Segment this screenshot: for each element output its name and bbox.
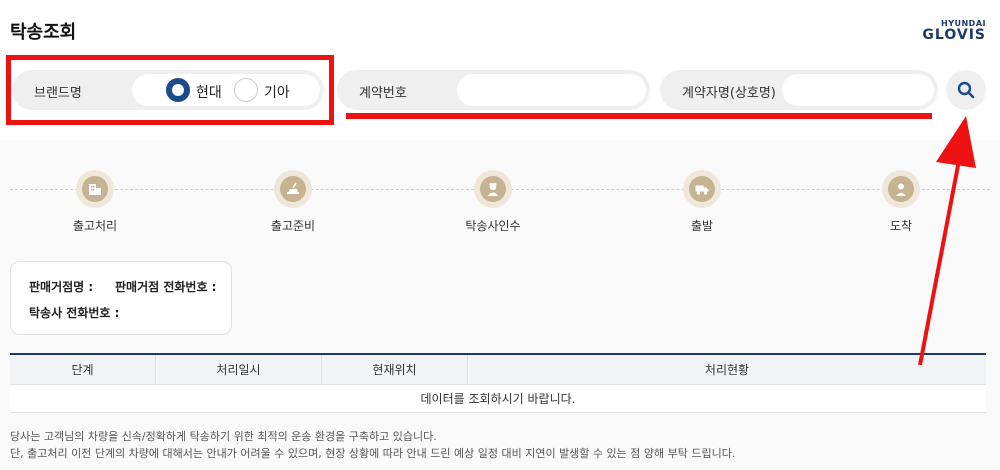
logo-bottom-text: GLOVIS [922, 27, 986, 43]
notice-line: 단, 출고처리 이전 단계의 차량에 대해서는 안내가 어려울 수 있으며, 현… [10, 447, 736, 460]
step-release: 출고처리 [45, 170, 145, 234]
contractor-label: 계약자명(상호명) [682, 86, 776, 101]
notice-text: 당사는 고객님의 차량을 신속/정확하게 탁송하기 위한 최적의 운송 환경을 … [10, 428, 735, 462]
col-step: 단계 [10, 355, 156, 384]
search-icon [957, 81, 975, 99]
building-icon [89, 184, 101, 195]
step-prepare: 출고준비 [243, 170, 343, 234]
step-departure: 출발 [652, 170, 752, 234]
contract-number-label: 계약번호 [359, 86, 407, 101]
car-wash-icon [287, 182, 299, 194]
contractor-input[interactable] [782, 74, 934, 106]
contract-number-filter: 계약번호 [337, 70, 650, 110]
page-title: 탁송조회 [10, 22, 77, 43]
col-status: 처리현황 [704, 363, 750, 377]
delivery-progress: 출고처리 출고준비 탁송사인수 출발 도착 [10, 170, 990, 240]
contractor-filter: 계약자명(상호명) [660, 70, 938, 110]
annotation-highlight-box [6, 55, 334, 125]
annotation-underline [346, 113, 932, 119]
col-current-location: 현재위치 [322, 355, 468, 384]
step-label: 출발 [690, 219, 714, 233]
contract-number-input[interactable] [457, 74, 646, 106]
carrier-phone-label: 탁송사 전화번호 : [29, 306, 120, 320]
glovis-logo: HYUNDAI GLOVIS [922, 20, 986, 43]
step-carrier-received: 탁송사인수 [443, 170, 543, 234]
person-icon [896, 183, 906, 196]
step-label: 출고준비 [270, 219, 316, 233]
table-empty-row: 데이터를 조회하시기 바랍니다. [10, 385, 986, 413]
notice-line: 당사는 고객님의 차량을 신속/정확하게 탁송하기 위한 최적의 운송 환경을 … [10, 430, 437, 443]
col-processed-at: 처리일시 [156, 355, 322, 384]
truck-icon [695, 185, 709, 195]
step-label: 탁송사인수 [465, 219, 521, 233]
dealer-phone-label: 판매거점 전화번호 : [115, 280, 217, 294]
search-button[interactable] [946, 70, 986, 110]
step-label: 도착 [889, 219, 913, 233]
step-label: 출고처리 [72, 219, 118, 233]
dealer-name-label: 판매거점명 : [29, 280, 94, 294]
driver-icon [487, 183, 499, 196]
table-header: 단계 처리일시 현재위치 처리현황 [10, 355, 986, 385]
status-table: 단계 처리일시 현재위치 처리현황 데이터를 조회하시기 바랍니다. [10, 353, 986, 413]
step-arrival: 도착 [851, 170, 951, 234]
dealer-info-card: 판매거점명 : 판매거점 전화번호 : 탁송사 전화번호 : [10, 261, 232, 335]
